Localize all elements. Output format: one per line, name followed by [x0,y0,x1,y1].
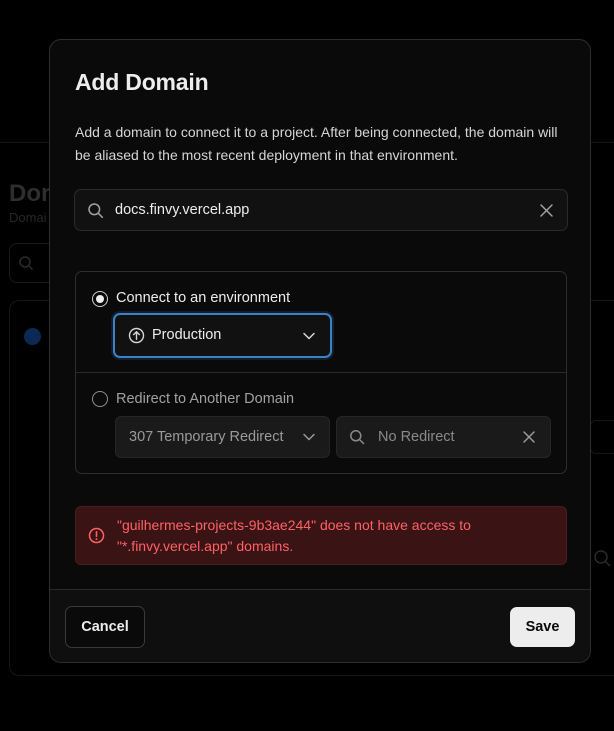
search-icon [350,430,365,445]
environment-select[interactable]: Production [113,313,332,358]
domain-search-input[interactable]: docs.finvy.vercel.app [74,189,568,231]
save-button[interactable]: Save [510,607,575,647]
redirect-type-select[interactable]: 307 Temporary Redirect [115,416,330,458]
arrow-up-circle-icon [128,327,145,344]
chevron-down-icon [303,332,315,340]
redirect-domain-radio[interactable] [92,391,108,407]
alert-circle-icon [88,527,105,544]
redirect-domain-label[interactable]: Redirect to Another Domain [116,391,294,407]
modal-footer: Cancel Save [50,589,590,662]
cancel-button[interactable]: Cancel [65,606,145,648]
add-domain-modal: Add Domain Add a domain to connect it to… [49,39,591,663]
close-icon[interactable] [538,202,555,219]
environment-select-value: Production [152,327,222,343]
search-icon [88,203,104,219]
domain-options-group: Connect to an environment Production Red… [75,271,567,474]
redirect-target-placeholder: No Redirect [378,429,455,445]
background-control [590,420,614,454]
redirect-type-value: 307 Temporary Redirect [129,429,284,445]
error-message: "guilhermes-projects-9b3ae244" does not … [117,517,471,554]
close-icon[interactable] [521,429,537,445]
modal-title: Add Domain [75,69,209,95]
background-page-subtitle: Domai [9,210,47,225]
connect-environment-label[interactable]: Connect to an environment [116,290,290,306]
connect-environment-radio[interactable] [92,291,108,307]
options-divider [76,372,566,373]
redirect-target-input[interactable]: No Redirect [336,416,551,458]
background-search-icon [19,256,34,271]
modal-description: Add a domain to connect it to a project.… [75,124,558,163]
domain-input-value[interactable]: docs.finvy.vercel.app [115,202,249,218]
chevron-down-icon [303,433,315,441]
background-check-icon [24,328,41,345]
background-search-icon [594,550,611,567]
error-alert: "guilhermes-projects-9b3ae244" does not … [75,506,567,565]
